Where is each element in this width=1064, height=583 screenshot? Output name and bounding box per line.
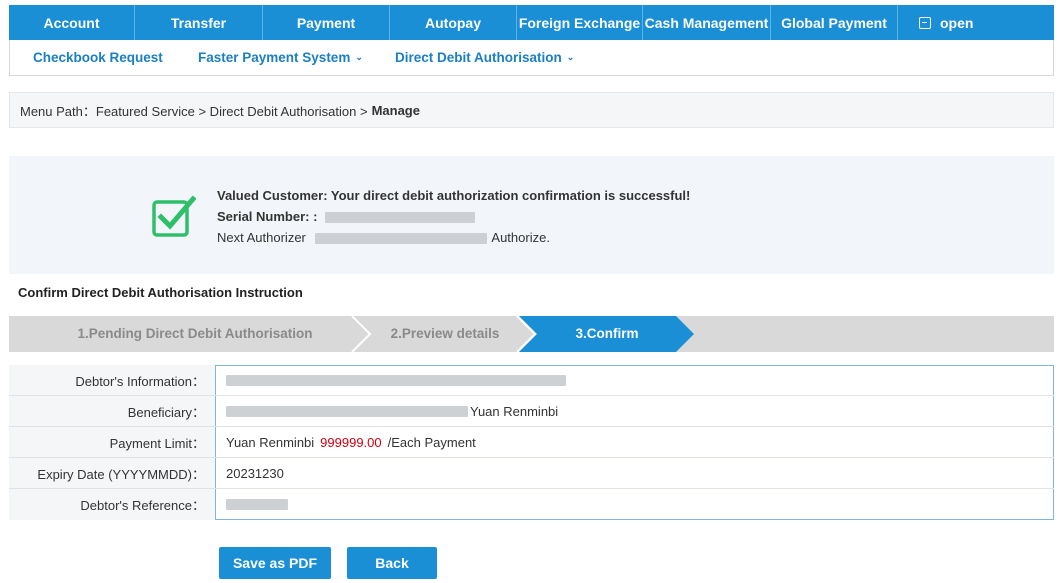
serial-number-value-redacted xyxy=(325,212,476,224)
subnav-label: Direct Debit Authorisation xyxy=(395,50,562,65)
subnav-label: Checkbook Request xyxy=(33,50,163,65)
beneficiary-value: Yuan Renminbi xyxy=(215,396,1054,426)
debtor-reference-label: Debtor's Reference： xyxy=(9,489,215,520)
next-authorizer-label: Next Authorizer xyxy=(217,230,306,245)
subnav-label: Faster Payment System xyxy=(198,50,351,65)
tab-account[interactable]: Account xyxy=(9,5,135,40)
check-square-icon xyxy=(152,195,196,237)
payment-limit-amount: 999999.00 xyxy=(320,434,382,450)
section-title: Confirm Direct Debit Authorisation Instr… xyxy=(18,285,303,300)
success-message-block: Valued Customer: Your direct debit autho… xyxy=(217,185,690,248)
debtor-reference-redacted xyxy=(226,498,288,510)
tab-cash-management[interactable]: Cash Management xyxy=(643,5,771,40)
beneficiary-redacted xyxy=(226,405,468,417)
chevron-down-icon: ⌄ xyxy=(355,52,363,62)
tab-autopay[interactable]: Autopay xyxy=(390,5,517,40)
sub-navigation: Checkbook Request Faster Payment System … xyxy=(9,40,1054,76)
expiry-date-value: 20231230 xyxy=(215,458,1054,488)
success-message: Valued Customer: Your direct debit autho… xyxy=(217,188,691,203)
chevron-down-icon: ⌄ xyxy=(566,52,575,62)
tab-foreign-exchange[interactable]: Foreign Exchange xyxy=(517,5,643,40)
table-row: Beneficiary： Yuan Renminbi xyxy=(9,396,1054,427)
open-menu-button[interactable]: open xyxy=(898,5,1054,40)
step-1-label: 1.Pending Direct Debit Authorisation xyxy=(77,326,312,341)
table-row: Expiry Date (YYYYMMDD)： 20231230 xyxy=(9,458,1054,489)
step-indicator: 1.Pending Direct Debit Authorisation 2.P… xyxy=(9,316,1054,352)
payment-limit-suffix: /Each Payment xyxy=(387,434,476,450)
next-authorizer-line: Next Authorizer Authorize. xyxy=(217,227,690,248)
minus-square-icon xyxy=(919,16,931,29)
top-navigation: Account Transfer Payment Autopay Foreign… xyxy=(9,5,1054,40)
table-row: Debtor's Reference： xyxy=(9,489,1054,520)
beneficiary-currency: Yuan Renminbi xyxy=(470,403,559,419)
details-table: Debtor's Information： Beneficiary： Yuan … xyxy=(9,365,1054,520)
table-row: Debtor's Information： xyxy=(9,365,1054,396)
tab-transfer[interactable]: Transfer xyxy=(135,5,263,40)
success-panel: Valued Customer: Your direct debit autho… xyxy=(9,156,1054,274)
step-3-label: 3.Confirm xyxy=(575,326,638,341)
payment-limit-value: Yuan Renminbi 999999.00 /Each Payment xyxy=(215,427,1054,457)
breadcrumb: Menu Path：Featured Service > Direct Debi… xyxy=(9,92,1054,128)
payment-limit-currency: Yuan Renminbi xyxy=(226,434,315,450)
save-as-pdf-button[interactable]: Save as PDF xyxy=(219,547,331,579)
subnav-faster-payment-system[interactable]: Faster Payment System ⌄ xyxy=(198,40,363,75)
breadcrumb-path: Menu Path：Featured Service > Direct Debi… xyxy=(20,103,368,119)
debtor-info-label: Debtor's Information： xyxy=(9,365,215,395)
authorize-suffix: Authorize. xyxy=(491,230,550,245)
debtor-info-redacted xyxy=(226,375,566,386)
table-row: Payment Limit： Yuan Renminbi 999999.00 /… xyxy=(9,427,1054,458)
payment-limit-label: Payment Limit： xyxy=(9,427,215,457)
expiry-date-label: Expiry Date (YYYYMMDD)： xyxy=(9,458,215,488)
beneficiary-label: Beneficiary： xyxy=(9,396,215,426)
tab-global-payment[interactable]: Global Payment xyxy=(771,5,898,40)
step-2-label: 2.Preview details xyxy=(391,326,500,341)
back-button[interactable]: Back xyxy=(347,547,437,579)
open-label: open xyxy=(940,14,974,31)
debtor-reference-value xyxy=(215,489,1054,520)
serial-number-line: Serial Number: : xyxy=(217,206,690,227)
subnav-direct-debit-authorisation[interactable]: Direct Debit Authorisation ⌄ xyxy=(395,40,574,75)
next-authorizer-value-redacted xyxy=(314,233,487,245)
subnav-checkbook-request[interactable]: Checkbook Request xyxy=(33,40,163,75)
tab-payment[interactable]: Payment xyxy=(263,5,390,40)
breadcrumb-current: Manage xyxy=(371,102,420,118)
serial-number-label: Serial Number: : xyxy=(217,209,318,224)
debtor-info-value xyxy=(215,365,1054,395)
